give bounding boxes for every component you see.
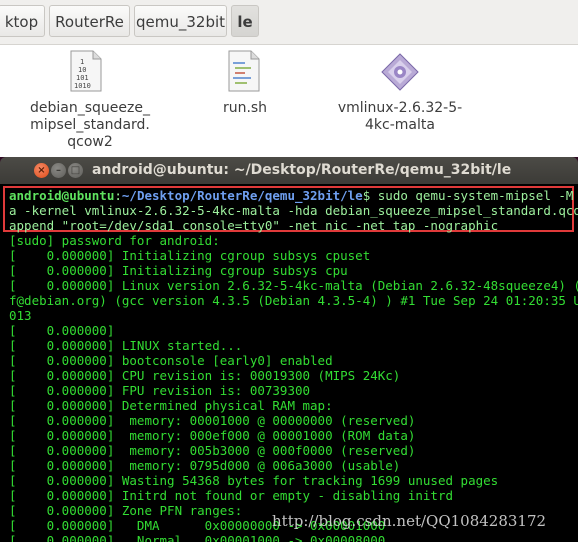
command-line: a -kernel vmlinux-2.6.32-5-4kc-malta -hd… — [9, 203, 578, 218]
prompt-user: android@ubuntu — [9, 188, 115, 203]
svg-text:1: 1 — [80, 58, 84, 66]
output-line: [ 0.000000] Zone PFN ranges: — [9, 503, 243, 518]
command-text: $ sudo qemu-system-mipsel -M malt — [362, 188, 574, 203]
output-line: [ 0.000000] memory: 0795d000 @ 006a3000 … — [9, 458, 401, 473]
breadcrumb-routerre[interactable]: RouterRe — [49, 5, 130, 37]
command-line: append "root=/dev/sda1 console=tty0" -ne… — [9, 218, 499, 233]
output-line: [ 0.000000] Determined physical RAM map: — [9, 398, 333, 413]
output-line: [ 0.000000] LINUX started... — [9, 338, 243, 353]
output-line: [ 0.000000] bootconsole [early0] enabled — [9, 353, 333, 368]
svg-text:1010: 1010 — [74, 82, 91, 90]
maximize-icon[interactable]: □ — [68, 163, 83, 178]
breadcrumb-desktop[interactable]: ktop — [0, 5, 45, 37]
file-name: run.sh — [222, 100, 268, 116]
executable-file-icon — [380, 52, 420, 92]
watermark: http://blog.csdn.net/QQ1084283172 — [272, 512, 547, 530]
output-line: [ 0.000000] Initializing cgroup subsys c… — [9, 248, 371, 263]
breadcrumb-qemu-32bit[interactable]: qemu_32bit — [134, 5, 227, 37]
svg-text:101: 101 — [76, 74, 89, 82]
command-line: android@ubuntu:~/Desktop/RouterRe/qemu_3… — [9, 188, 578, 203]
close-icon[interactable]: × — [34, 163, 49, 178]
terminal-titlebar[interactable]: × – □ android@ubuntu: ~/Desktop/RouterRe… — [0, 157, 578, 184]
output-line: [ 0.000000] Initializing cgroup subsys c… — [9, 263, 348, 278]
output-line: [ 0.000000] memory: 005b3000 @ 000f0000 … — [9, 443, 416, 458]
svg-text:10: 10 — [78, 66, 86, 74]
output-line: [ 0.000000] memory: 000ef000 @ 00001000 … — [9, 428, 416, 443]
output-line: [ 0.000000] CPU revision is: 00019300 (M… — [9, 368, 401, 383]
output-line: [ 0.000000] memory: 00001000 @ 00000000 … — [9, 413, 416, 428]
output-line: [sudo] password for android: — [9, 233, 220, 248]
output-line: [ 0.000000] Wasting 54368 bytes for trac… — [9, 473, 499, 488]
output-line: [ 0.000000] Linux version 2.6.32-5-4kc-m… — [9, 278, 578, 293]
terminal-window: × – □ android@ubuntu: ~/Desktop/RouterRe… — [0, 157, 578, 542]
output-line: [ 0.000000] Normal 0x00001000 -> 0x00008… — [9, 533, 386, 542]
terminal-body[interactable]: android@ubuntu:~/Desktop/RouterRe/qemu_3… — [0, 184, 578, 542]
output-line: f@debian.org) (gcc version 4.3.5 (Debian… — [9, 293, 578, 308]
minimize-icon[interactable]: – — [51, 163, 66, 178]
prompt-path: ~/Desktop/RouterRe/qemu_32bit/le — [121, 188, 363, 203]
output-line: [ 0.000000] Initrd not found or empty - … — [9, 488, 454, 503]
path-bar: ktop RouterRe qemu_32bit le — [0, 0, 578, 45]
file-name: vmlinux-2.6.32-5- 4kc-malta — [337, 100, 463, 133]
script-file-icon — [228, 50, 260, 92]
binary-file-icon: 1 10 101 1010 — [70, 50, 102, 92]
file-name: debian_squeeze_ mipsel_standard. qcow2 — [30, 100, 150, 150]
breadcrumb-le[interactable]: le — [231, 5, 259, 37]
output-line: [ 0.000000] — [9, 323, 115, 338]
output-line: 013 — [9, 308, 32, 323]
output-line: [ 0.000000] FPU revision is: 00739300 — [9, 383, 311, 398]
terminal-title: android@ubuntu: ~/Desktop/RouterRe/qemu_… — [92, 162, 512, 178]
